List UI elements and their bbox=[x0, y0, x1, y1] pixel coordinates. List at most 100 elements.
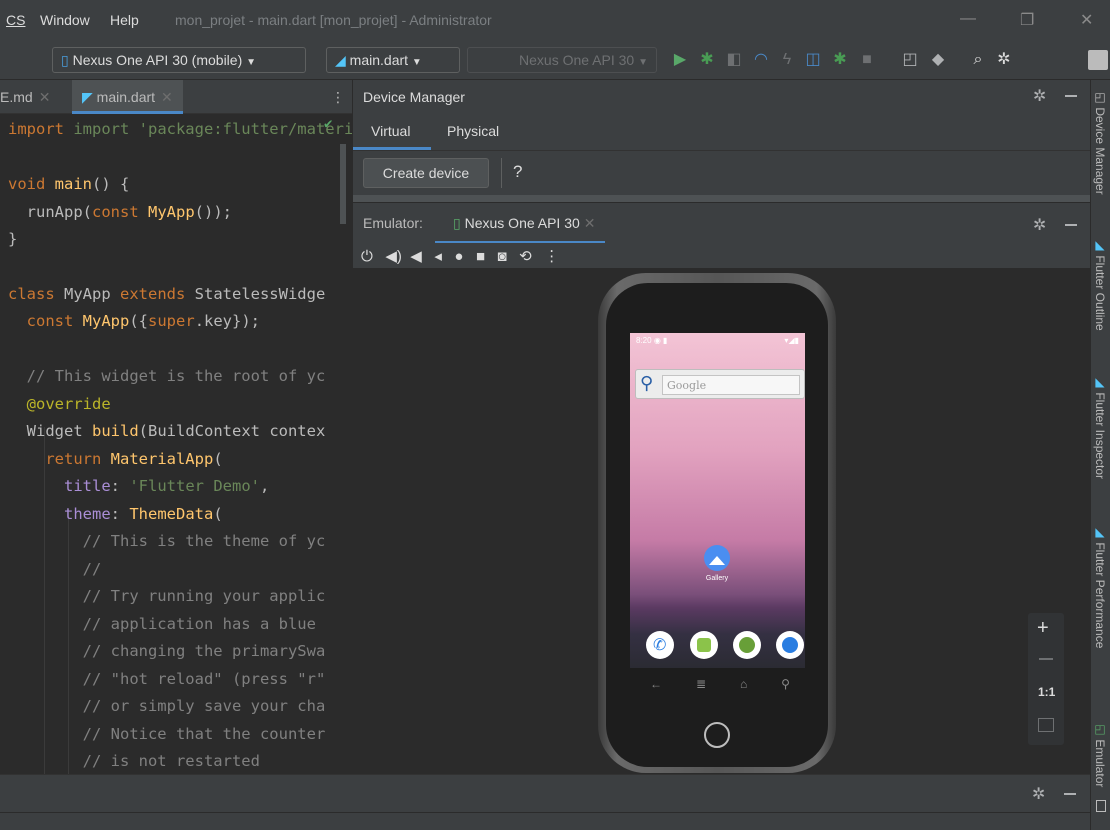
emulator-icon: ◰ bbox=[1093, 722, 1107, 740]
search-icon[interactable]: ⚲ bbox=[781, 677, 790, 691]
minimize-panel-icon[interactable] bbox=[1064, 793, 1076, 795]
flutter-inspector-tool-tab[interactable]: ◣ Flutter Inspector bbox=[1093, 375, 1107, 479]
hot-reload-icon[interactable]: ϟ bbox=[777, 50, 797, 70]
menu-help[interactable]: Help bbox=[110, 12, 139, 28]
run-icon[interactable]: ▶ bbox=[670, 50, 690, 70]
messages-app-icon[interactable] bbox=[690, 631, 718, 659]
overview-icon[interactable]: ■ bbox=[476, 248, 485, 265]
emulator-tool-tab[interactable]: ◰ Emulator bbox=[1093, 722, 1107, 787]
more-tabs-icon[interactable]: ⋮ bbox=[331, 89, 345, 106]
device-selector-label: Nexus One API 30 (mobile) bbox=[72, 52, 243, 68]
trackball-button[interactable] bbox=[704, 722, 730, 748]
android-app-icon[interactable] bbox=[733, 631, 761, 659]
camera-icon[interactable]: ◙ bbox=[498, 248, 507, 265]
code-line: runApp(const MyApp()); bbox=[8, 203, 232, 221]
menu-icon[interactable]: ≣ bbox=[696, 677, 706, 691]
debug-icon[interactable]: ✱ bbox=[697, 50, 717, 70]
minimize-icon[interactable]: — bbox=[960, 10, 976, 28]
zoom-controls: + 1:1 bbox=[1028, 613, 1064, 745]
chevron-down-icon: ▼ bbox=[246, 57, 257, 68]
zoom-actual-size[interactable]: 1:1 bbox=[1038, 685, 1055, 699]
device-manager-tool-tab[interactable]: ◰ Device Manager bbox=[1093, 90, 1107, 195]
phone-icon: ▯ bbox=[61, 52, 69, 68]
tab-physical[interactable]: Physical bbox=[447, 123, 499, 139]
device-screen[interactable]: 8:20 ◉ ▮ ▾◢▮ ⚲ Google Gallery ✆ bbox=[630, 333, 805, 668]
device-selector[interactable]: ▯ Nexus One API 30 (mobile) ▼ bbox=[52, 47, 306, 73]
gallery-icon[interactable] bbox=[704, 545, 730, 571]
sdk-manager-icon[interactable]: ◆ bbox=[928, 50, 948, 70]
window-title: mon_projet - main.dart [mon_projet] - Ad… bbox=[175, 12, 492, 28]
fit-screen-icon[interactable] bbox=[1038, 718, 1054, 732]
avatar[interactable] bbox=[1088, 50, 1108, 70]
chevron-down-icon: ▼ bbox=[411, 57, 422, 68]
running-device-selector[interactable]: Nexus One API 30 ▼ bbox=[467, 47, 657, 73]
code-editor[interactable]: ✔ import import 'package:flutter/materia… bbox=[0, 114, 352, 774]
code-line: // bbox=[8, 560, 102, 578]
google-search-widget[interactable]: ⚲ Google bbox=[635, 369, 805, 399]
camera-app-icon[interactable] bbox=[776, 631, 804, 659]
gear-icon[interactable]: ✲ bbox=[1033, 86, 1046, 106]
flutter-icon: ◣ bbox=[1093, 238, 1107, 256]
search-icon[interactable]: ⌕ bbox=[968, 50, 988, 70]
phone-app-icon[interactable]: ✆ bbox=[646, 631, 674, 659]
apply-changes-icon[interactable]: ✱ bbox=[830, 50, 850, 70]
device-manager-icon[interactable]: ◰ bbox=[900, 50, 920, 70]
title-bar: CS Window Help mon_projet - main.dart [m… bbox=[0, 0, 1110, 40]
zoom-out-icon[interactable] bbox=[1039, 658, 1053, 660]
gallery-label: Gallery bbox=[705, 575, 729, 582]
minimize-panel-icon[interactable] bbox=[1065, 224, 1077, 226]
attach-debugger-icon[interactable]: ◫ bbox=[803, 50, 823, 70]
emulator-label: Emulator: bbox=[363, 215, 423, 231]
menu-cs[interactable]: CS bbox=[6, 12, 25, 28]
flutter-icon: ◢ bbox=[335, 52, 346, 68]
more-icon[interactable]: ⋮ bbox=[544, 248, 559, 265]
flutter-performance-tool-tab[interactable]: ◣ Flutter Performance bbox=[1093, 525, 1107, 648]
code-line: void main() { bbox=[8, 175, 130, 193]
device-bezel: 8:20 ◉ ▮ ▾◢▮ ⚲ Google Gallery ✆ ← ≣ ⌂ ⚲ bbox=[606, 283, 828, 767]
gear-icon[interactable]: ✲ bbox=[994, 50, 1014, 70]
menu-window[interactable]: Window bbox=[40, 12, 90, 28]
snapshot-icon[interactable]: ⟲ bbox=[519, 248, 532, 265]
flutter-icon: ◣ bbox=[1093, 375, 1107, 393]
run-config-label: main.dart bbox=[349, 52, 409, 68]
tab-readme[interactable]: E.md ✕ bbox=[0, 89, 50, 106]
run-config-selector[interactable]: ◢ main.dart ▼ bbox=[326, 47, 460, 73]
help-icon[interactable]: ? bbox=[513, 162, 522, 182]
power-icon[interactable]: ⏻ bbox=[361, 248, 373, 265]
emulator-device-icon: ▯ bbox=[453, 215, 461, 231]
emulator-tab-label: Nexus One API 30 bbox=[464, 215, 580, 231]
tab-main-dart[interactable]: ◤ main.dart ✕ bbox=[72, 80, 183, 114]
bottom-tool-panel: ✲ bbox=[0, 774, 1090, 812]
code-line: // changing the primarySwa bbox=[8, 642, 326, 660]
close-icon[interactable]: ✕ bbox=[1080, 10, 1093, 30]
code-line: class MyApp extends StatelessWidge bbox=[8, 285, 326, 303]
home-icon[interactable]: ● bbox=[454, 248, 463, 265]
create-device-button[interactable]: Create device bbox=[363, 158, 489, 188]
close-icon[interactable]: ✕ bbox=[39, 89, 51, 105]
signal-battery-icon: ▾◢▮ bbox=[784, 336, 799, 345]
tab-main-dart-label: main.dart bbox=[96, 89, 156, 105]
volume-down-icon[interactable]: ◀ bbox=[410, 248, 422, 265]
code-line: // or simply save your cha bbox=[8, 697, 326, 715]
editor-scrollbar[interactable] bbox=[340, 144, 346, 224]
soft-keys: ← ≣ ⌂ ⚲ bbox=[650, 677, 790, 691]
flutter-outline-tool-tab[interactable]: ◣ Flutter Outline bbox=[1093, 238, 1107, 331]
google-search-field[interactable]: Google bbox=[662, 375, 800, 395]
tab-virtual[interactable]: Virtual bbox=[371, 123, 410, 139]
zoom-in-icon[interactable]: + bbox=[1037, 617, 1049, 640]
tool-window-icon[interactable] bbox=[1096, 800, 1106, 812]
close-icon[interactable]: ✕ bbox=[161, 89, 173, 105]
coverage-icon[interactable]: ◧ bbox=[724, 50, 744, 70]
restore-icon[interactable]: ❐ bbox=[1020, 10, 1034, 30]
back-icon[interactable]: ◂ bbox=[434, 248, 442, 265]
gear-icon[interactable]: ✲ bbox=[1032, 784, 1045, 804]
stop-icon[interactable]: ■ bbox=[857, 50, 877, 70]
volume-up-icon[interactable]: ◀) bbox=[385, 248, 402, 265]
gear-icon[interactable]: ✲ bbox=[1033, 215, 1046, 235]
close-icon[interactable]: ✕ bbox=[584, 215, 596, 231]
tab-emulator-device[interactable]: ▯ Nexus One API 30 ✕ bbox=[453, 215, 595, 232]
home-icon[interactable]: ⌂ bbox=[740, 677, 747, 691]
minimize-panel-icon[interactable] bbox=[1065, 95, 1077, 97]
back-icon[interactable]: ← bbox=[650, 677, 662, 691]
profiler-icon[interactable]: ◠ bbox=[751, 50, 771, 70]
